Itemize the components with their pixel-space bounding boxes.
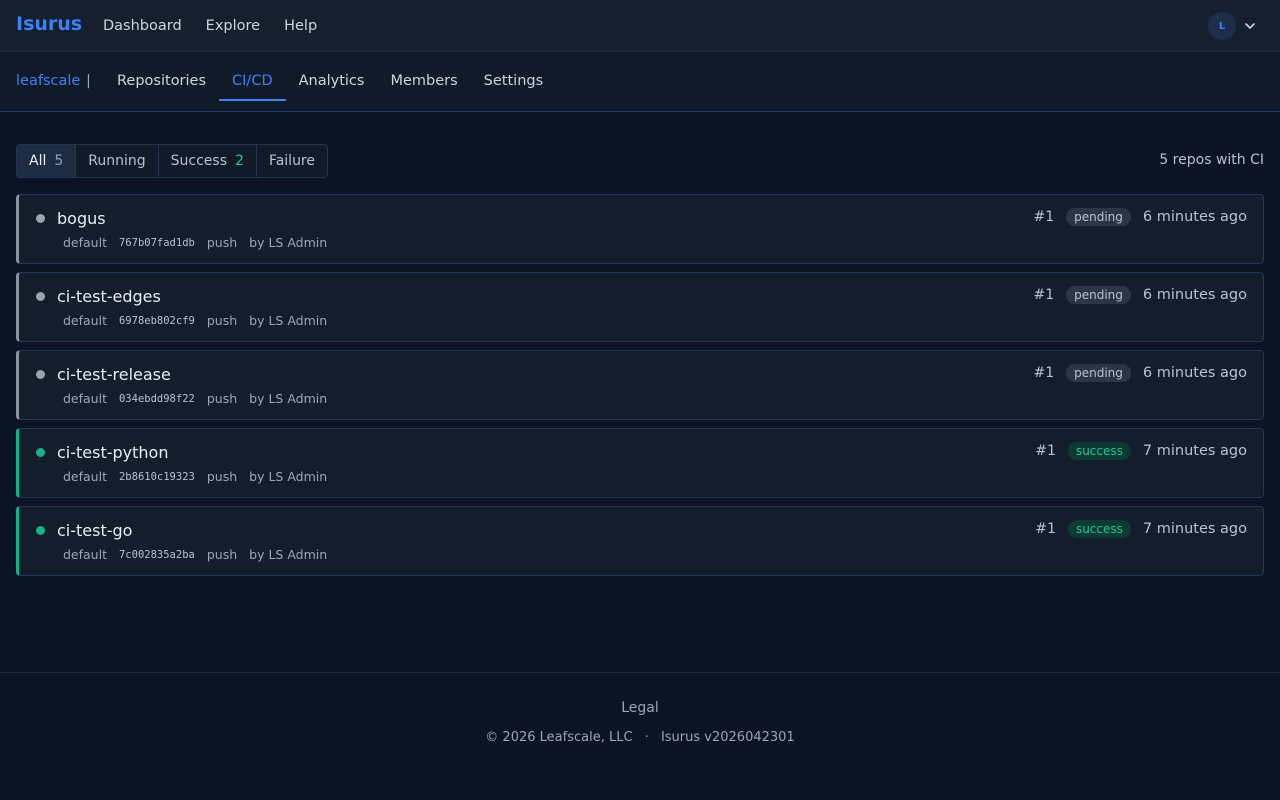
- event: push: [206, 391, 238, 406]
- event: push: [206, 235, 238, 250]
- run-number[interactable]: #1: [1033, 209, 1054, 225]
- copyright: © 2026 Leafscale, LLC: [485, 730, 633, 745]
- run-time: 6 minutes ago: [1142, 287, 1247, 303]
- user-menu[interactable]: L: [1208, 12, 1256, 40]
- author: by LS Admin: [249, 313, 328, 328]
- run-meta: default 767b07fad1db push by LS Admin: [63, 235, 327, 250]
- run-time: 6 minutes ago: [1142, 365, 1247, 381]
- tab-analytics[interactable]: Analytics: [286, 53, 378, 101]
- status-badge: success: [1067, 442, 1131, 460]
- branch: default: [63, 235, 107, 250]
- author: by LS Admin: [249, 235, 328, 250]
- filter-count: 2: [235, 153, 244, 169]
- status-dot: [36, 526, 45, 535]
- run-status-area: #1 pending 6 minutes ago: [1033, 208, 1247, 226]
- brand-logo-link[interactable]: Isurus: [16, 13, 82, 35]
- run-number[interactable]: #1: [1033, 365, 1054, 381]
- org-subnav: leafscale | Repositories CI/CD Analytics…: [0, 53, 1280, 112]
- branch: default: [63, 547, 107, 562]
- run-time: 7 minutes ago: [1142, 443, 1247, 459]
- run-status-area: #1 success 7 minutes ago: [1035, 442, 1247, 460]
- main-nav: Dashboard Explore Help: [103, 0, 341, 52]
- status-dot: [36, 214, 45, 223]
- commit-sha[interactable]: 6978eb802cf9: [119, 315, 195, 327]
- filter-label: All: [29, 153, 47, 169]
- branch: default: [63, 313, 107, 328]
- run-row[interactable]: ci-test-go default 7c002835a2ba push by …: [16, 506, 1264, 576]
- commit-sha[interactable]: 7c002835a2ba: [119, 549, 195, 561]
- footer-dot-separator: ·: [644, 730, 649, 745]
- nav-help[interactable]: Help: [284, 18, 317, 34]
- org-tabs: Repositories CI/CD Analytics Members Set…: [104, 53, 556, 111]
- filter-label: Running: [88, 153, 146, 169]
- version: Isurus v2026042301: [660, 730, 795, 745]
- filter-success[interactable]: Success 2: [159, 145, 257, 177]
- filter-label: Success: [170, 153, 228, 169]
- run-row[interactable]: ci-test-release default 034ebdd98f22 pus…: [16, 350, 1264, 420]
- event: push: [206, 313, 238, 328]
- tab-members[interactable]: Members: [377, 53, 470, 101]
- repo-name[interactable]: ci-test-edges: [57, 287, 161, 306]
- status-badge: success: [1067, 520, 1131, 538]
- tab-repositories[interactable]: Repositories: [104, 53, 219, 101]
- run-time: 6 minutes ago: [1142, 209, 1247, 225]
- org-link[interactable]: leafscale: [16, 73, 80, 89]
- nav-dashboard[interactable]: Dashboard: [103, 18, 182, 34]
- commit-sha[interactable]: 2b8610c19323: [119, 471, 195, 483]
- legal-link[interactable]: Legal: [0, 700, 1280, 716]
- branch: default: [63, 469, 107, 484]
- run-meta: default 7c002835a2ba push by LS Admin: [63, 547, 327, 562]
- author: by LS Admin: [249, 391, 328, 406]
- status-filter-group: All 5 Running Success 2 Failure: [16, 144, 328, 178]
- run-number[interactable]: #1: [1035, 443, 1056, 459]
- status-dot: [36, 292, 45, 301]
- repo-name[interactable]: ci-test-go: [57, 521, 132, 540]
- tab-cicd[interactable]: CI/CD: [219, 53, 286, 101]
- avatar: L: [1208, 12, 1236, 40]
- repo-name[interactable]: ci-test-release: [57, 365, 171, 384]
- run-status-area: #1 pending 6 minutes ago: [1033, 286, 1247, 304]
- commit-sha[interactable]: 034ebdd98f22: [119, 393, 195, 405]
- run-time: 7 minutes ago: [1142, 521, 1247, 537]
- run-status-area: #1 success 7 minutes ago: [1035, 520, 1247, 538]
- breadcrumb-separator: |: [86, 73, 91, 89]
- repo-name[interactable]: ci-test-python: [57, 443, 168, 462]
- event: push: [206, 469, 238, 484]
- commit-sha[interactable]: 767b07fad1db: [119, 237, 195, 249]
- status-badge: pending: [1066, 208, 1131, 226]
- run-number[interactable]: #1: [1035, 521, 1056, 537]
- run-meta: default 034ebdd98f22 push by LS Admin: [63, 391, 327, 406]
- run-row[interactable]: bogus default 767b07fad1db push by LS Ad…: [16, 194, 1264, 264]
- top-navbar: Isurus Dashboard Explore Help L: [0, 0, 1280, 52]
- branch: default: [63, 391, 107, 406]
- status-badge: pending: [1066, 364, 1131, 382]
- page-footer: Legal © 2026 Leafscale, LLC · Isurus v20…: [0, 672, 1280, 800]
- repo-count-summary: 5 repos with CI: [1159, 152, 1264, 168]
- repo-name[interactable]: bogus: [57, 209, 106, 228]
- tab-settings[interactable]: Settings: [471, 53, 556, 101]
- chevron-down-icon: [1245, 23, 1255, 29]
- status-dot: [36, 370, 45, 379]
- ci-runs-list: bogus default 767b07fad1db push by LS Ad…: [16, 194, 1264, 584]
- run-number[interactable]: #1: [1033, 287, 1054, 303]
- filter-failure[interactable]: Failure: [257, 145, 327, 177]
- filter-all[interactable]: All 5: [17, 145, 77, 177]
- status-dot: [36, 448, 45, 457]
- run-meta: default 2b8610c19323 push by LS Admin: [63, 469, 327, 484]
- nav-explore[interactable]: Explore: [206, 18, 260, 34]
- run-meta: default 6978eb802cf9 push by LS Admin: [63, 313, 327, 328]
- run-status-area: #1 pending 6 minutes ago: [1033, 364, 1247, 382]
- author: by LS Admin: [249, 469, 328, 484]
- event: push: [206, 547, 238, 562]
- filter-label: Failure: [268, 153, 315, 169]
- run-row[interactable]: ci-test-python default 2b8610c19323 push…: [16, 428, 1264, 498]
- footer-copyright-line: © 2026 Leafscale, LLC · Isurus v20260423…: [0, 730, 1280, 745]
- filter-running[interactable]: Running: [76, 145, 159, 177]
- author: by LS Admin: [249, 547, 328, 562]
- run-row[interactable]: ci-test-edges default 6978eb802cf9 push …: [16, 272, 1264, 342]
- filter-count: 5: [54, 153, 64, 169]
- status-badge: pending: [1066, 286, 1131, 304]
